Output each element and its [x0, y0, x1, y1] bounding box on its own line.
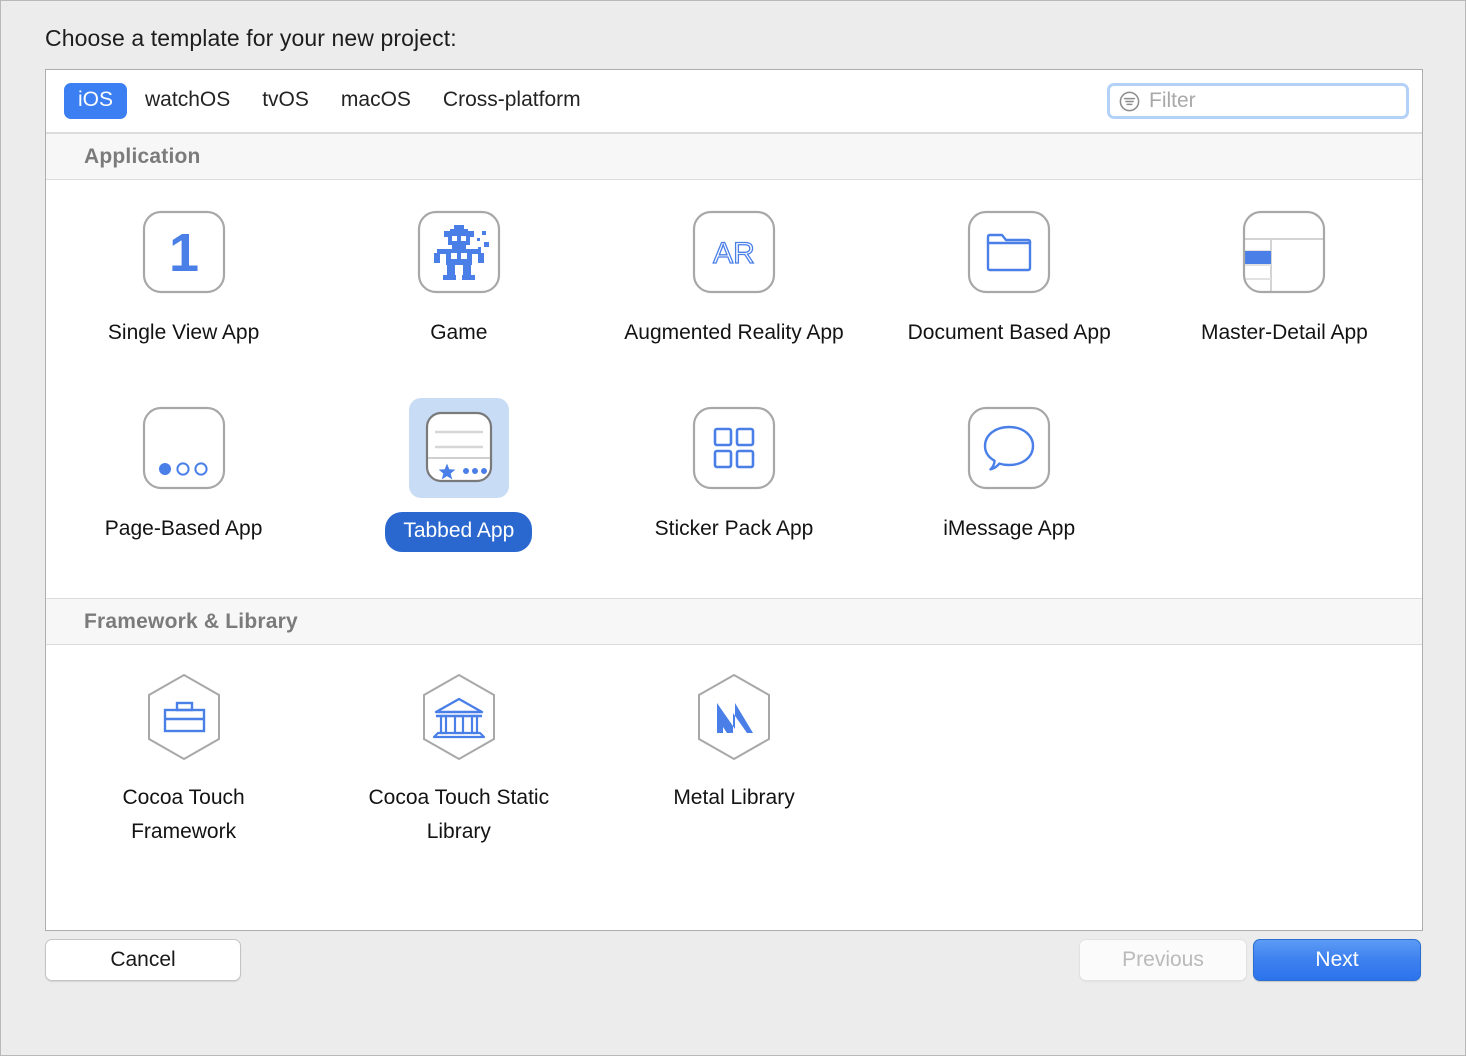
template-label: Augmented Reality App — [624, 321, 844, 344]
section-header-application: Application — [46, 133, 1422, 180]
section-header-framework-library: Framework & Library — [46, 598, 1422, 645]
template-label: Master-Detail App — [1200, 321, 1368, 344]
section-body-application: 1 Single View App Game AR Augmented Real… — [46, 180, 1422, 598]
template-label: Tabbed App — [385, 512, 533, 552]
template-single-view-app[interactable]: 1 Single View App — [46, 180, 321, 376]
page-based-icon — [134, 398, 234, 498]
template-master-detail-app[interactable]: Master-Detail App — [1147, 180, 1422, 376]
template-row: 1 Single View App Game AR Augmented Real… — [46, 180, 1422, 376]
metal-hexagon-icon — [684, 667, 784, 767]
template-cocoa-touch-framework[interactable]: Cocoa Touch Framework — [46, 645, 321, 883]
tab-watchos[interactable]: watchOS — [131, 83, 244, 119]
template-chooser-panel: iOS watchOS tvOS macOS Cross-platform Fi… — [45, 69, 1423, 931]
template-page-based-app[interactable]: Page-Based App — [46, 376, 321, 598]
template-label: iMessage App — [943, 517, 1076, 540]
master-detail-icon — [1234, 202, 1334, 302]
filter-icon — [1118, 90, 1141, 113]
tabbed-app-icon — [408, 398, 509, 498]
previous-button[interactable]: Previous — [1079, 939, 1247, 981]
svg-text:AR: AR — [713, 237, 755, 270]
tab-ios[interactable]: iOS — [64, 83, 128, 119]
template-grid-spacer — [1147, 376, 1422, 598]
template-label: Cocoa Touch Static Library — [368, 786, 550, 843]
template-label: Game — [430, 321, 488, 344]
template-tabbed-app[interactable]: Tabbed App — [321, 376, 596, 598]
next-button[interactable]: Next — [1253, 939, 1421, 981]
game-robot-icon — [409, 202, 509, 302]
template-label: Metal Library — [673, 786, 795, 809]
imessage-bubble-icon — [959, 398, 1059, 498]
template-label: Sticker Pack App — [654, 517, 814, 540]
briefcase-hexagon-icon — [134, 667, 234, 767]
tab-cross-platform[interactable]: Cross-platform — [429, 83, 595, 119]
template-label: Cocoa Touch Framework — [122, 786, 245, 843]
template-row: Page-Based App Tabbed App Sticker Pack A… — [46, 376, 1422, 598]
cancel-button[interactable]: Cancel — [45, 939, 241, 981]
template-sticker-pack-app[interactable]: Sticker Pack App — [596, 376, 871, 598]
library-building-hexagon-icon — [409, 667, 509, 767]
new-project-template-dialog: Choose a template for your new project: … — [0, 0, 1466, 1056]
template-label: Document Based App — [907, 321, 1111, 344]
tab-macos[interactable]: macOS — [327, 83, 425, 119]
tab-tvos[interactable]: tvOS — [248, 83, 323, 119]
template-imessage-app[interactable]: iMessage App — [872, 376, 1147, 598]
single-view-icon: 1 — [134, 202, 234, 302]
page-title: Choose a template for your new project: — [45, 25, 457, 51]
document-folder-icon — [959, 202, 1059, 302]
augmented-reality-icon: AR — [684, 202, 784, 302]
template-augmented-reality-app[interactable]: AR Augmented Reality App — [596, 180, 871, 376]
platform-toolbar: iOS watchOS tvOS macOS Cross-platform Fi… — [46, 70, 1422, 133]
template-cocoa-touch-static-library[interactable]: Cocoa Touch Static Library — [321, 645, 596, 883]
template-document-based-app[interactable]: Document Based App — [872, 180, 1147, 376]
template-label: Page-Based App — [104, 517, 263, 540]
template-grid-spacer — [1147, 645, 1422, 883]
template-row: Cocoa Touch Framework Cocoa Touch Static… — [46, 645, 1422, 883]
filter-placeholder: Filter — [1149, 89, 1196, 112]
dialog-footer: Cancel Previous Next — [1, 931, 1465, 1055]
filter-field[interactable]: Filter — [1107, 83, 1409, 119]
platform-tab-list: iOS watchOS tvOS macOS Cross-platform — [64, 83, 595, 119]
svg-text:1: 1 — [169, 223, 199, 283]
template-game[interactable]: Game — [321, 180, 596, 376]
template-grid-spacer — [872, 645, 1147, 883]
sticker-pack-icon — [684, 398, 784, 498]
section-header-label: Application — [84, 144, 201, 168]
section-header-label: Framework & Library — [84, 609, 298, 633]
section-body-framework-library: Cocoa Touch Framework Cocoa Touch Static… — [46, 645, 1422, 883]
template-label: Single View App — [107, 321, 260, 344]
template-metal-library[interactable]: Metal Library — [596, 645, 871, 883]
